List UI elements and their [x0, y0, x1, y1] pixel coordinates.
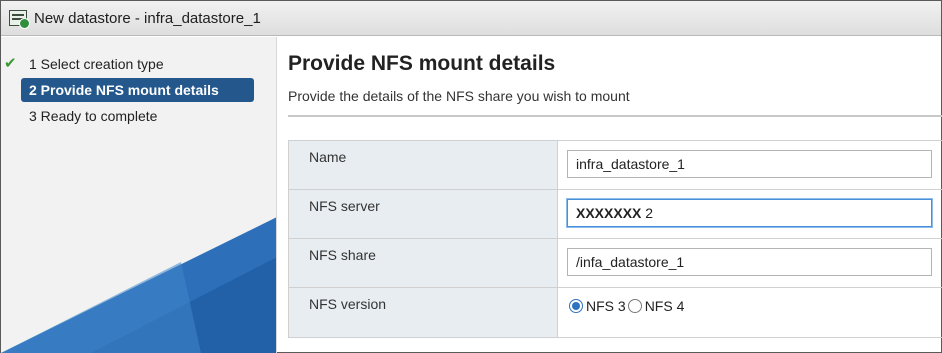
nfs-share-row: NFS share /infa_datastore_1 [289, 239, 942, 288]
nfs-share-field[interactable]: /infa_datastore_1 [567, 248, 932, 276]
page-subtitle: Provide the details of the NFS share you… [288, 88, 630, 104]
nfs3-radio[interactable] [569, 299, 583, 313]
nfs-details-form: Name infra_datastore_1 NFS server XXXXXX… [288, 140, 942, 338]
datastore-add-icon [9, 10, 30, 29]
nfs3-radio-label[interactable]: NFS 3 [586, 298, 626, 314]
window-title: New datastore - infra_datastore_1 [34, 9, 261, 27]
step-select-creation-type[interactable]: 1 Select creation type [21, 52, 254, 76]
nfs-version-label: NFS version [309, 296, 387, 312]
new-datastore-dialog: New datastore - infra_datastore_1 ✔ 1 Se… [0, 0, 942, 353]
nfs-server-field[interactable]: XXXXXXX 2 [567, 199, 932, 227]
name-label: Name [309, 149, 347, 165]
main-content: Provide NFS mount details Provide the de… [288, 37, 942, 353]
wizard-steps-sidebar: ✔ 1 Select creation type 2 Provide NFS m… [1, 37, 277, 353]
nfs4-radio-label[interactable]: NFS 4 [645, 298, 685, 314]
nfs-version-radio-group: NFS 3 NFS 4 [569, 298, 686, 314]
step-ready-to-complete[interactable]: 3 Ready to complete [21, 104, 254, 128]
divider [288, 115, 942, 117]
nfs-server-masked-value: XXXXXXX [576, 205, 642, 221]
nfs-server-label: NFS server [309, 198, 380, 214]
nfs-share-label: NFS share [309, 247, 376, 263]
nfs-version-row: NFS version NFS 3 NFS 4 [289, 288, 942, 337]
nfs-server-value-suffix: 2 [645, 205, 654, 221]
name-field[interactable]: infra_datastore_1 [567, 150, 932, 178]
page-title: Provide NFS mount details [288, 52, 556, 75]
title-bar: New datastore - infra_datastore_1 [1, 1, 941, 36]
name-row: Name infra_datastore_1 [289, 141, 942, 190]
nfs-server-row: NFS server XXXXXXX 2 [289, 190, 942, 239]
step-provide-nfs-mount-details[interactable]: 2 Provide NFS mount details [21, 78, 254, 102]
nfs4-radio[interactable] [627, 299, 642, 313]
checkmark-icon: ✔ [4, 55, 17, 72]
